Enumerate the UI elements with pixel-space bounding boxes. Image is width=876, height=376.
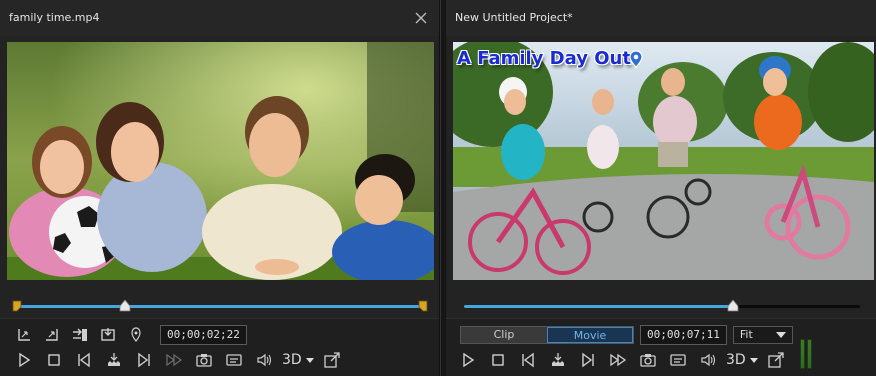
clip-playback-controls: 3D [12,349,344,371]
mark-out-icon[interactable] [40,324,64,346]
project-video-frame: A Family Day Out [453,42,874,280]
previous-frame-icon[interactable] [516,349,540,371]
mark-in-icon[interactable] [12,324,36,346]
project-preview-panel: New Untitled Project* A Family Day Out C… [446,0,876,376]
volume-icon[interactable] [696,349,720,371]
next-frame-icon[interactable] [132,349,156,371]
mark-out-flag[interactable] [418,300,428,312]
volume-step-icon[interactable] [546,349,570,371]
project-preview-titlebar: New Untitled Project* [446,0,876,36]
location-icon[interactable] [124,324,148,346]
clip-preview-titlebar: family time.mp4 [0,0,439,36]
timeline-fill [464,305,734,308]
project-timeline-slider[interactable] [464,298,860,314]
chevron-down-icon [775,332,786,338]
chevron-down-icon [305,357,314,363]
3d-mode-dropdown[interactable]: 3D [726,352,758,368]
mark-in-flag[interactable] [12,300,22,312]
3d-label: 3D [726,352,746,368]
project-timecode[interactable]: 00;00;07;11 [640,325,727,345]
snapshot-icon[interactable] [192,349,216,371]
timeline-fill [14,305,426,308]
clip-movie-toggle: Clip Movie [460,326,634,344]
previous-frame-icon[interactable] [72,349,96,371]
next-frame-icon[interactable] [576,349,600,371]
audio-level-right [807,339,812,369]
stop-icon[interactable] [42,349,66,371]
volume-step-icon[interactable] [102,349,126,371]
subtitle-icon[interactable] [666,349,690,371]
audio-level-left [800,339,805,369]
chevron-down-icon [749,357,758,363]
project-playback-controls: 3D [456,349,788,371]
play-icon[interactable] [12,349,36,371]
zoom-fit-value: Fit [739,328,753,341]
audio-level-meter [800,339,812,369]
project-title: New Untitled Project* [455,11,573,24]
3d-label: 3D [282,352,302,368]
clip-preview-panel: family time.mp4 00;00;02;22 3D [0,0,440,376]
map-pin-icon [629,50,643,68]
stop-icon[interactable] [486,349,510,371]
clip-mode-button[interactable]: Clip [461,327,547,343]
subtitle-icon[interactable] [222,349,246,371]
video-overlay-title: A Family Day Out [457,48,631,69]
fast-forward-icon [162,349,186,371]
clip-timecode[interactable]: 00;00;02;22 [160,325,247,345]
project-video-image [453,42,874,280]
clip-timeline-slider[interactable] [12,298,428,314]
clip-video-frame [7,42,434,280]
insert-icon[interactable] [68,324,92,346]
playhead-handle[interactable] [119,299,131,312]
overwrite-icon[interactable] [96,324,120,346]
3d-mode-dropdown[interactable]: 3D [282,352,314,368]
close-icon[interactable] [413,10,429,26]
fast-forward-icon[interactable] [606,349,630,371]
play-icon[interactable] [456,349,480,371]
project-mode-bar: Clip Movie 00;00;07;11 Fit [460,325,793,345]
playhead-handle[interactable] [727,299,739,312]
undock-icon[interactable] [764,349,788,371]
zoom-fit-select[interactable]: Fit [732,326,793,344]
snapshot-icon[interactable] [636,349,660,371]
clip-edit-toolbar: 00;00;02;22 [12,324,247,346]
undock-icon[interactable] [320,349,344,371]
volume-icon[interactable] [252,349,276,371]
clip-title: family time.mp4 [9,11,100,24]
movie-mode-button[interactable]: Movie [547,327,633,343]
